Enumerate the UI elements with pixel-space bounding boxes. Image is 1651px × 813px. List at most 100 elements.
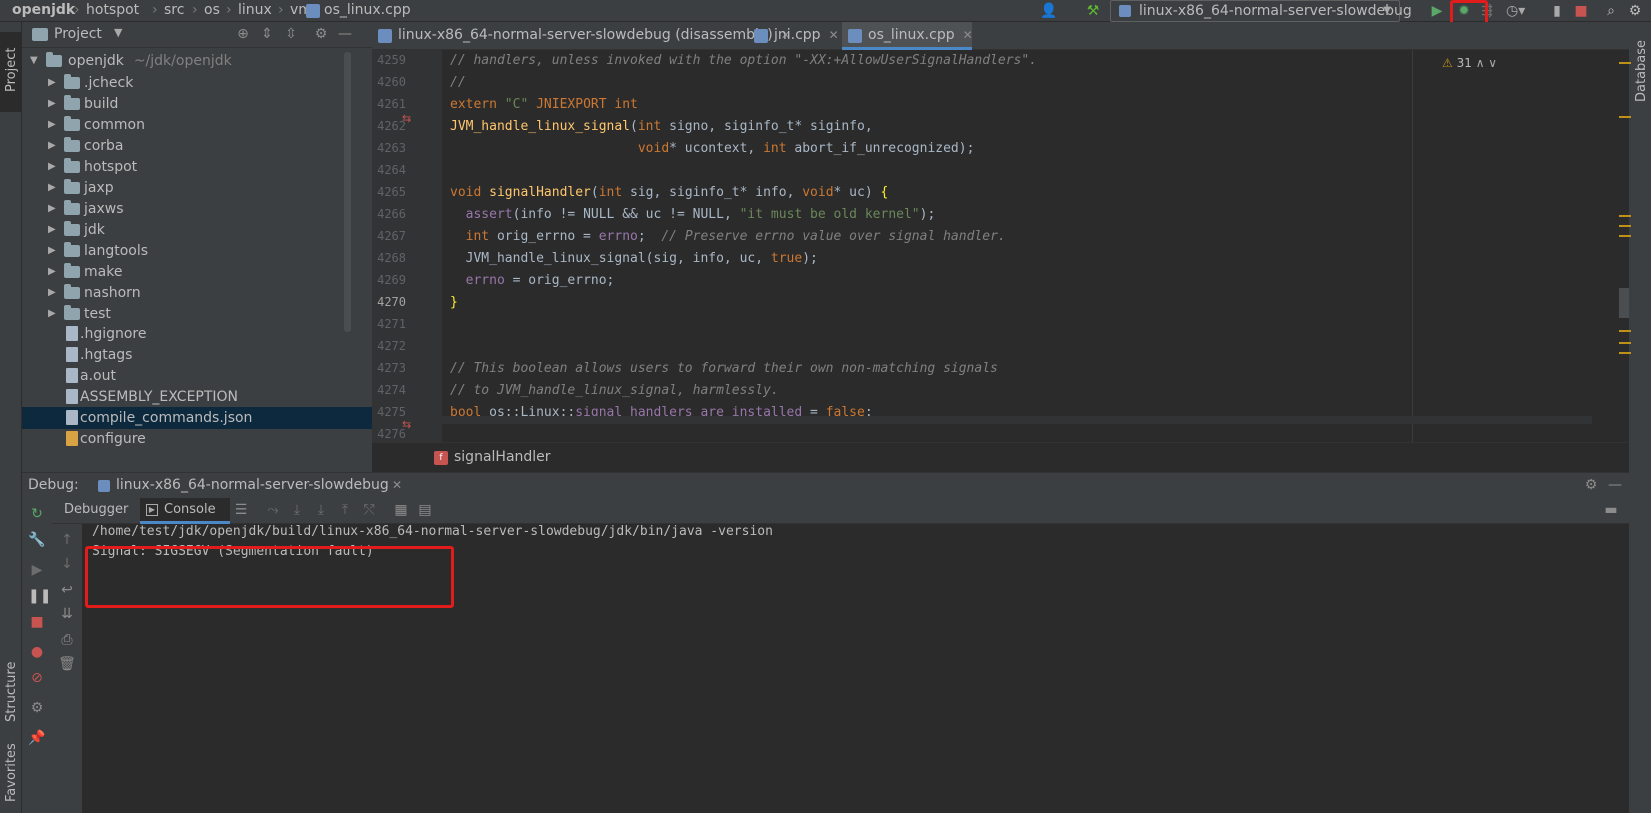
warning-marker[interactable] xyxy=(1619,342,1631,344)
warning-marker[interactable] xyxy=(1619,116,1631,118)
tree-folder[interactable]: ▶ nashorn xyxy=(22,282,372,304)
settings-icon[interactable]: ⚙ xyxy=(1626,2,1644,20)
tab-console[interactable]: ▶ Console xyxy=(140,498,230,524)
tree-file[interactable]: a.out xyxy=(22,365,372,387)
tree-folder[interactable]: ▶ .jcheck xyxy=(22,72,372,94)
scroll-to-end-icon[interactable]: ⇊ xyxy=(58,606,76,622)
favorites-tool-label[interactable]: Favorites xyxy=(4,743,19,802)
project-tool-label[interactable]: Project xyxy=(4,48,19,92)
warning-marker[interactable] xyxy=(1619,215,1631,217)
warning-marker[interactable] xyxy=(1619,352,1631,354)
warning-marker[interactable] xyxy=(1619,225,1631,227)
warnings-indicator[interactable]: ⚠ 31 ∧ ∨ xyxy=(1442,56,1497,70)
tree-file[interactable]: .hgignore xyxy=(22,323,372,345)
run-to-cursor-icon[interactable]: ⤲ xyxy=(360,502,378,518)
run-configuration-select[interactable]: linux-x86_64-normal-server-slowdebug ▼ xyxy=(1110,0,1412,22)
trash-icon[interactable]: 🗑 xyxy=(58,656,76,672)
tree-folder[interactable]: ▶ common xyxy=(22,114,372,136)
locate-file-icon[interactable]: ⊕ xyxy=(234,26,252,42)
implementation-marker-icon[interactable]: ⇆ xyxy=(402,418,411,431)
show-execution-point-icon[interactable]: ⤳ xyxy=(264,502,282,518)
resume-icon[interactable]: ▶ xyxy=(28,562,46,578)
step-out-icon[interactable]: ⤒ xyxy=(336,502,354,518)
run-icon[interactable]: ▶ xyxy=(1428,2,1446,20)
project-view-title[interactable]: Project xyxy=(54,26,102,42)
chevron-right-icon[interactable]: ▶ xyxy=(48,303,56,325)
tree-root-openjdk[interactable]: ▼ openjdk ~/jdk/openjdk xyxy=(22,50,372,72)
wrench-icon[interactable]: 🔧 xyxy=(28,532,46,548)
tab-jni-cpp[interactable]: jni.cpp ✕ xyxy=(748,22,839,50)
view-breakpoints-icon[interactable]: ● xyxy=(28,644,46,660)
pin-icon[interactable]: 📌 xyxy=(28,730,46,746)
chevron-right-icon[interactable]: ▶ xyxy=(48,282,56,304)
code-editor[interactable]: // handlers, unless invoked with the opt… xyxy=(442,50,1592,442)
step-over-icon[interactable]: ⤓ xyxy=(288,502,306,518)
breadcrumb-src[interactable]: src xyxy=(164,2,184,18)
evaluate-expression-icon[interactable]: ▦ xyxy=(392,502,410,518)
tab-debugger[interactable]: Debugger xyxy=(64,502,128,517)
tree-folder[interactable]: ▶ jaxp xyxy=(22,177,372,199)
warning-marker[interactable] xyxy=(1619,235,1631,237)
close-icon[interactable]: ✕ xyxy=(392,478,402,492)
warning-marker[interactable] xyxy=(1619,330,1631,332)
breadcrumb-function[interactable]: signalHandler xyxy=(454,449,551,465)
chevron-down-icon[interactable]: ▼ xyxy=(114,26,122,39)
close-icon[interactable]: ✕ xyxy=(963,28,973,42)
breadcrumb-openjdk[interactable]: openjdk xyxy=(12,2,75,18)
arrow-up-icon[interactable]: ↑ xyxy=(58,532,76,548)
warning-marker[interactable] xyxy=(1619,62,1631,64)
tree-folder[interactable]: ▶ jaxws xyxy=(22,198,372,220)
restore-layout-icon[interactable]: ▬ xyxy=(1602,502,1620,518)
editor-scroll-thumb[interactable] xyxy=(1619,288,1629,318)
mute-breakpoints-icon[interactable]: ⊘ xyxy=(28,670,46,686)
gear-icon[interactable]: ⚙ xyxy=(312,26,330,42)
print-icon[interactable]: ⎙ xyxy=(58,632,76,648)
arrow-down-icon[interactable]: ↓ xyxy=(58,556,76,572)
profile-icon[interactable]: ◷▾ xyxy=(1506,2,1525,20)
layout-icon[interactable]: ▤ xyxy=(416,502,434,518)
tree-file[interactable]: ASSEMBLY_EXCEPTION xyxy=(22,386,372,408)
chevron-right-icon[interactable]: ▶ xyxy=(48,261,56,283)
tree-scrollbar[interactable] xyxy=(344,52,351,332)
tree-folder[interactable]: ▶ make xyxy=(22,261,372,283)
chevron-right-icon[interactable]: ▶ xyxy=(48,219,56,241)
stop-icon[interactable]: ■ xyxy=(1572,2,1590,20)
tree-file[interactable]: .hgtags xyxy=(22,344,372,366)
attach-debugger-icon[interactable]: ▮ xyxy=(1548,2,1566,20)
tab-disassembly[interactable]: linux-x86_64-normal-server-slowdebug (di… xyxy=(372,22,791,50)
chevron-right-icon[interactable]: ▶ xyxy=(48,93,56,115)
tree-file[interactable]: configure xyxy=(22,428,372,450)
search-icon[interactable]: ⌕ xyxy=(1602,2,1620,20)
tree-folder[interactable]: ▶ build xyxy=(22,93,372,115)
implementation-marker-icon[interactable]: ⇆ xyxy=(402,112,411,125)
breadcrumb-linux[interactable]: linux xyxy=(238,2,272,18)
tree-folder[interactable]: ▶ corba xyxy=(22,135,372,157)
chevron-right-icon[interactable]: ▶ xyxy=(48,177,56,199)
stop-icon[interactable]: ■ xyxy=(28,614,46,630)
build-hammer-icon[interactable]: ⚒ xyxy=(1084,2,1102,20)
step-into-icon[interactable]: ⤓ xyxy=(312,502,330,518)
user-icon[interactable]: 👤▾ xyxy=(1040,2,1058,37)
rerun-icon[interactable]: ↻ xyxy=(28,506,46,522)
chevron-right-icon[interactable]: ▶ xyxy=(48,114,56,136)
chevron-right-icon[interactable]: ▶ xyxy=(48,72,56,94)
structure-tool-label[interactable]: Structure xyxy=(4,662,19,722)
horizontal-scrollbar[interactable] xyxy=(442,416,1592,424)
chevron-right-icon[interactable]: ▶ xyxy=(48,135,56,157)
expand-all-icon[interactable]: ⇕ xyxy=(258,26,276,42)
collapse-all-icon[interactable]: ⇳ xyxy=(282,26,300,42)
debug-session-tab[interactable]: linux-x86_64-normal-server-slowdebug xyxy=(116,477,389,493)
soft-wrap-icon[interactable]: ↩ xyxy=(58,582,76,598)
chevron-right-icon[interactable]: ▶ xyxy=(48,156,56,178)
tree-file-selected[interactable]: compile_commands.json xyxy=(22,407,372,429)
chevron-right-icon[interactable]: ▶ xyxy=(48,240,56,262)
tab-os-linux-cpp[interactable]: os_linux.cpp ✕ xyxy=(842,22,973,50)
hide-panel-icon[interactable]: — xyxy=(336,26,354,42)
breadcrumb-os-linux-cpp[interactable]: os_linux.cpp xyxy=(324,2,411,18)
hide-panel-icon[interactable]: — xyxy=(1606,477,1624,493)
tree-folder[interactable]: ▶ hotspot xyxy=(22,156,372,178)
tree-folder[interactable]: ▶ langtools xyxy=(22,240,372,262)
tree-folder[interactable]: ▶ test xyxy=(22,303,372,325)
tree-folder[interactable]: ▶ jdk xyxy=(22,219,372,241)
gear-icon[interactable]: ⚙ xyxy=(1582,477,1600,493)
